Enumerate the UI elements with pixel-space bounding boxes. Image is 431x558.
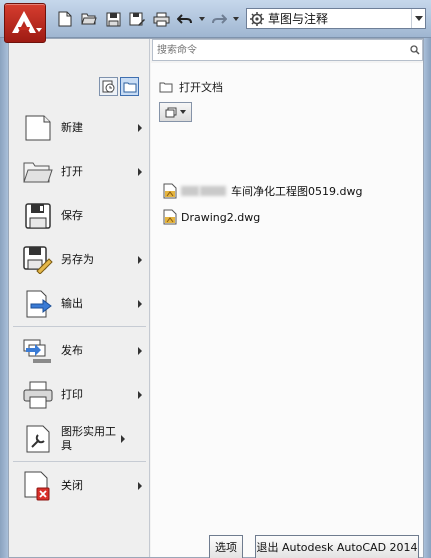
menu-command-list: 新建 打开 保存 另存为 输出 发布 打印 图形实用工具 关闭 <box>9 39 150 557</box>
folder-icon <box>159 82 173 93</box>
undo-icon <box>177 14 192 24</box>
chevron-down-icon <box>414 16 423 21</box>
search-box[interactable] <box>152 39 423 61</box>
open-documents-toggle[interactable] <box>120 77 139 96</box>
pane-header: 打开文档 <box>159 79 223 95</box>
new-file-icon <box>58 11 72 27</box>
save-as-icon <box>23 245 53 275</box>
open-folder-icon <box>81 13 97 25</box>
chevron-right-icon <box>138 256 142 264</box>
qat-print-button[interactable] <box>150 9 172 29</box>
new-file-icon <box>23 113 53 143</box>
application-menu-button[interactable] <box>4 3 46 43</box>
qat-saveas-button[interactable] <box>126 9 148 29</box>
search-icon[interactable] <box>408 41 422 59</box>
menu-item-label: 发布 <box>61 344 83 357</box>
gear-icon <box>250 11 264 26</box>
chevron-right-icon <box>138 168 142 176</box>
application-menu: 新建 打开 保存 另存为 输出 发布 打印 图形实用工具 关闭 搜索命令 打开文… <box>8 38 424 558</box>
open-folder-icon <box>23 157 53 187</box>
workspace-switcher[interactable]: 草图与注释 <box>246 8 426 29</box>
wrench-icon <box>23 424 53 454</box>
close-document-icon <box>23 471 53 501</box>
menu-item-label: 打开 <box>61 165 83 178</box>
save-as-icon <box>129 12 145 26</box>
title-bar: 草图与注释 <box>0 0 431 43</box>
menu-item-label: 新建 <box>61 121 83 134</box>
menu-item-label: 保存 <box>61 209 83 222</box>
qat-open-button[interactable] <box>78 9 100 29</box>
menu-item-label: 输出 <box>61 297 83 310</box>
redo-dropdown[interactable] <box>232 9 240 29</box>
view-toggle <box>99 77 139 96</box>
qat-undo-button[interactable] <box>174 9 196 29</box>
workspace-name: 草图与注释 <box>268 12 329 26</box>
chevron-right-icon <box>138 300 142 308</box>
qat-save-button[interactable] <box>102 9 124 29</box>
chevron-down-icon <box>199 17 205 21</box>
menu-item-label: 打印 <box>61 388 83 401</box>
menu-item-new[interactable]: 新建 <box>9 106 150 150</box>
chevron-right-icon <box>121 435 125 443</box>
menu-divider <box>13 461 146 462</box>
documents-pane: 打开文档 车间净化工程图0519.dwg Drawing2.dwg 选项 退出 … <box>151 63 423 558</box>
chevron-down-icon <box>36 28 42 32</box>
document-item[interactable]: 车间净化工程图0519.dwg <box>163 183 362 199</box>
obscured-filename-prefix <box>181 186 227 196</box>
chevron-right-icon <box>138 391 142 399</box>
chevron-right-icon <box>138 347 142 355</box>
autocad-logo-icon <box>12 11 36 33</box>
workspace-dropdown[interactable] <box>411 9 425 28</box>
print-icon <box>23 380 53 410</box>
search-input[interactable] <box>153 41 408 59</box>
menu-item-label: 关闭 <box>61 479 83 492</box>
options-button[interactable]: 选项 <box>209 535 243 558</box>
exit-autocad-button[interactable]: 退出 Autodesk AutoCAD 2014 <box>255 535 419 558</box>
publish-icon <box>23 336 53 366</box>
window-frame-left <box>0 38 8 558</box>
dwg-file-icon <box>163 209 177 225</box>
document-list-icon <box>165 107 177 117</box>
chevron-down-icon <box>233 17 239 21</box>
document-item[interactable]: Drawing2.dwg <box>163 209 260 225</box>
save-icon <box>106 12 120 26</box>
print-icon <box>153 12 169 26</box>
menu-item-open[interactable]: 打开 <box>9 150 150 194</box>
display-options-button[interactable] <box>159 102 192 122</box>
chevron-right-icon <box>138 482 142 490</box>
document-name: 车间净化工程图0519.dwg <box>231 185 363 198</box>
menu-item-export[interactable]: 输出 <box>9 282 150 326</box>
menu-item-drawing-utilities[interactable]: 图形实用工具 <box>9 417 150 461</box>
undo-dropdown[interactable] <box>198 9 206 29</box>
document-name: Drawing2.dwg <box>181 210 261 224</box>
window-frame-right <box>424 38 431 558</box>
menu-item-save-as[interactable]: 另存为 <box>9 238 150 282</box>
menu-item-label: 图形实用工具 <box>61 425 116 452</box>
menu-item-print[interactable]: 打印 <box>9 373 150 417</box>
folder-icon <box>123 82 136 92</box>
quick-access-toolbar <box>54 9 240 29</box>
menu-item-save[interactable]: 保存 <box>9 194 150 238</box>
menu-item-label: 另存为 <box>61 253 94 266</box>
menu-divider <box>13 326 146 327</box>
clock-document-icon <box>102 80 115 93</box>
dwg-file-icon <box>163 183 177 199</box>
recent-documents-toggle[interactable] <box>99 77 118 96</box>
qat-redo-button[interactable] <box>208 9 230 29</box>
redo-icon <box>212 14 227 24</box>
menu-item-close[interactable]: 关闭 <box>9 464 150 508</box>
menu-item-publish[interactable]: 发布 <box>9 329 150 373</box>
qat-new-button[interactable] <box>54 9 76 29</box>
chevron-right-icon <box>138 124 142 132</box>
export-icon <box>23 289 53 319</box>
chevron-down-icon <box>180 110 186 114</box>
save-icon <box>23 201 53 231</box>
pane-title: 打开文档 <box>179 81 223 94</box>
